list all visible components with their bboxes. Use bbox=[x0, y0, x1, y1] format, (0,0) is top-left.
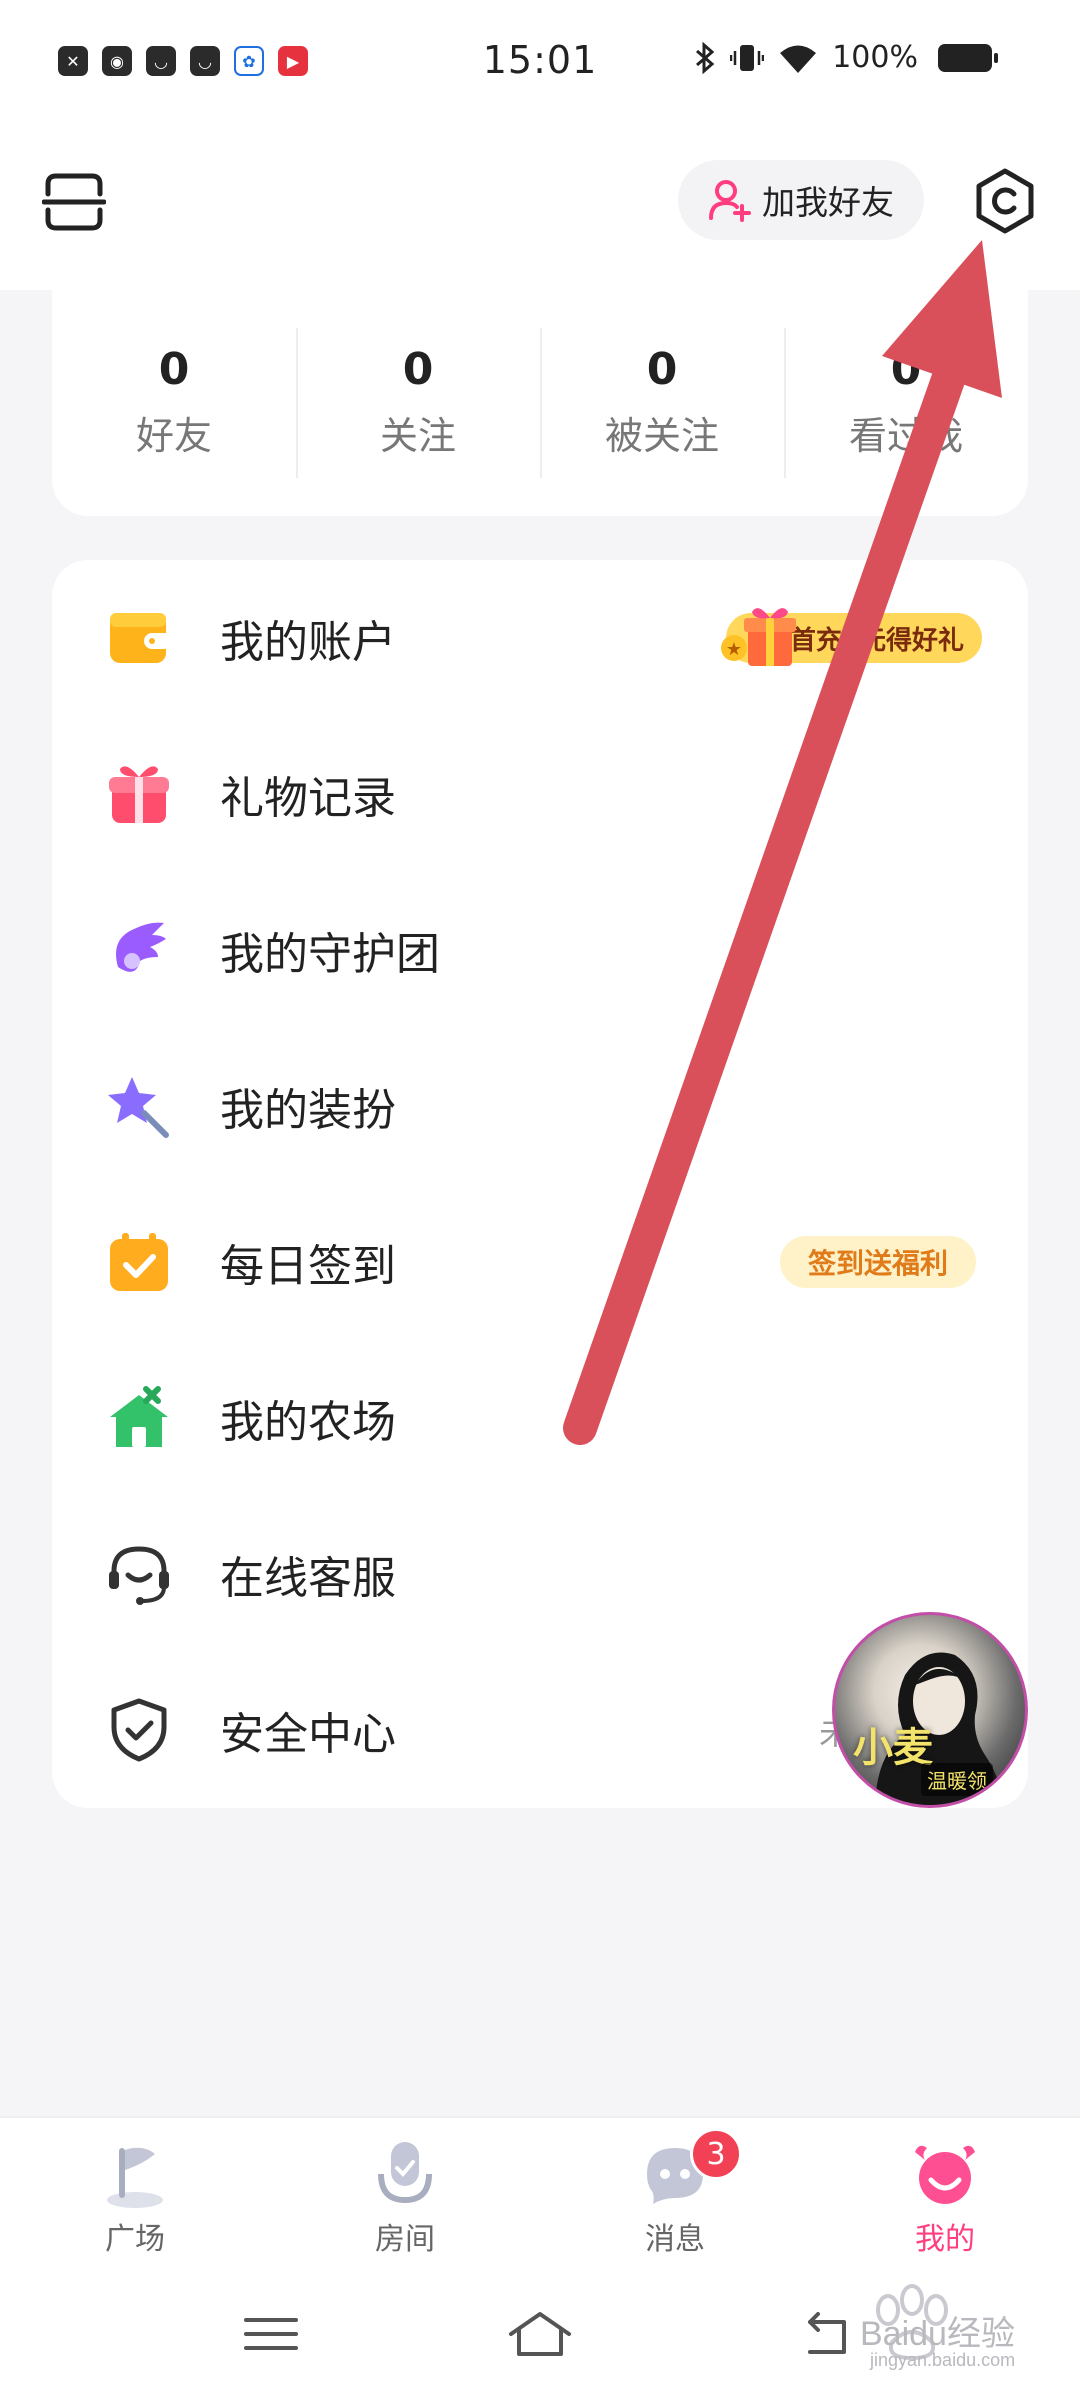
tab-square[interactable]: 广场 bbox=[0, 2118, 270, 2266]
calendar-check-icon bbox=[110, 1233, 168, 1291]
stat-label: 看过我 bbox=[848, 414, 963, 458]
watermark-url: jingyan.baidu.com bbox=[870, 2350, 1016, 2370]
watermark-brand: Baidu经验 bbox=[860, 2315, 1015, 2353]
bluetooth-icon bbox=[696, 41, 715, 74]
unread-count-badge: 3 bbox=[690, 2128, 742, 2180]
menu-icon[interactable] bbox=[236, 2306, 306, 2362]
svg-text:★: ★ bbox=[726, 639, 742, 660]
gift-icon bbox=[109, 766, 169, 823]
status-bar: ✕ ◉ ◡ ◡ ✿ ▶ 15:01 100% bbox=[0, 0, 1080, 120]
wing-icon bbox=[116, 922, 166, 972]
tab-label: 我的 bbox=[915, 2222, 975, 2257]
wifi-icon bbox=[780, 45, 817, 73]
stat-value: 0 bbox=[402, 344, 434, 395]
stat-following[interactable]: 0 关注 bbox=[296, 288, 540, 516]
stat-visitors[interactable]: 0 看过我 bbox=[784, 288, 1028, 516]
add-friend-label: 加我好友 bbox=[762, 183, 894, 222]
stat-value: 0 bbox=[158, 344, 190, 395]
headset-icon bbox=[109, 1546, 169, 1605]
farm-house-icon bbox=[110, 1386, 168, 1447]
menu-item-gift-records[interactable]: 礼物记录 bbox=[52, 716, 1028, 872]
menu-label: 我的守护团 bbox=[220, 929, 440, 980]
scan-icon[interactable] bbox=[42, 170, 106, 234]
checkin-reward-badge[interactable]: 签到送福利 bbox=[780, 1236, 976, 1288]
home-icon[interactable] bbox=[505, 2306, 575, 2362]
shield-check-icon bbox=[111, 1698, 167, 1762]
profile-header: 加我好友 bbox=[0, 120, 1080, 290]
tab-mine[interactable]: 我的 bbox=[810, 2118, 1080, 2266]
menu-item-daily-checkin[interactable]: 每日签到 签到送福利 bbox=[52, 1184, 1028, 1340]
stat-value: 0 bbox=[890, 344, 922, 395]
gift-box-icon: ★ bbox=[721, 608, 796, 666]
menu-label: 我的农场 bbox=[220, 1397, 396, 1448]
tab-messages[interactable]: 3 消息 bbox=[540, 2118, 810, 2266]
stat-friends[interactable]: 0 好友 bbox=[52, 288, 296, 516]
tab-room[interactable]: 房间 bbox=[270, 2118, 540, 2266]
tab-label: 消息 bbox=[645, 2222, 705, 2257]
stat-followers[interactable]: 0 被关注 bbox=[540, 288, 784, 516]
wallet-icon bbox=[110, 613, 172, 663]
battery-icon bbox=[938, 43, 998, 72]
add-friend-button[interactable]: 加我好友 bbox=[678, 160, 924, 240]
menu-item-account[interactable]: 我的账户 首充1元得好礼 ★ bbox=[52, 560, 1028, 716]
menu-item-farm[interactable]: 我的农场 bbox=[52, 1340, 1028, 1496]
settings-icon[interactable] bbox=[972, 168, 1038, 234]
menu-label: 每日签到 bbox=[220, 1241, 396, 1292]
status-indicators: 100% bbox=[694, 40, 998, 75]
menu-label: 礼物记录 bbox=[220, 773, 396, 824]
flag-icon bbox=[107, 2147, 163, 2208]
avatar-tag: 温暖领 bbox=[921, 1763, 993, 1796]
menu-label: 我的账户 bbox=[220, 617, 396, 668]
microphone-icon bbox=[378, 2142, 432, 2204]
menu-card: 我的账户 首充1元得好礼 ★ 礼物记录 我的守护团 我的装扮 每日签到 签到送福… bbox=[52, 560, 1028, 1808]
star-wand-icon bbox=[108, 1077, 169, 1138]
menu-label: 我的装扮 bbox=[220, 1085, 396, 1136]
menu-item-guard-team[interactable]: 我的守护团 bbox=[52, 872, 1028, 1028]
stat-label: 好友 bbox=[135, 414, 212, 458]
add-user-icon bbox=[709, 180, 751, 222]
vibrate-icon bbox=[730, 44, 765, 71]
stat-label: 被关注 bbox=[604, 414, 719, 458]
crab-face-icon bbox=[915, 2145, 975, 2204]
social-stats-card: 0 好友 0 关注 0 被关注 0 看过我 bbox=[52, 288, 1028, 516]
menu-label: 安全中心 bbox=[220, 1709, 396, 1760]
tab-label: 广场 bbox=[105, 2222, 165, 2257]
stat-label: 关注 bbox=[379, 414, 456, 458]
floating-live-avatar[interactable]: 小麦 温暖领 bbox=[832, 1612, 1028, 1808]
menu-item-dress-up[interactable]: 我的装扮 bbox=[52, 1028, 1028, 1184]
stat-value: 0 bbox=[646, 344, 678, 395]
menu-label: 在线客服 bbox=[220, 1553, 396, 1604]
tab-label: 房间 bbox=[375, 2222, 435, 2257]
battery-percent: 100% bbox=[832, 40, 918, 75]
bottom-tab-bar: 广场 房间 3 消息 我的 bbox=[0, 2116, 1080, 2266]
